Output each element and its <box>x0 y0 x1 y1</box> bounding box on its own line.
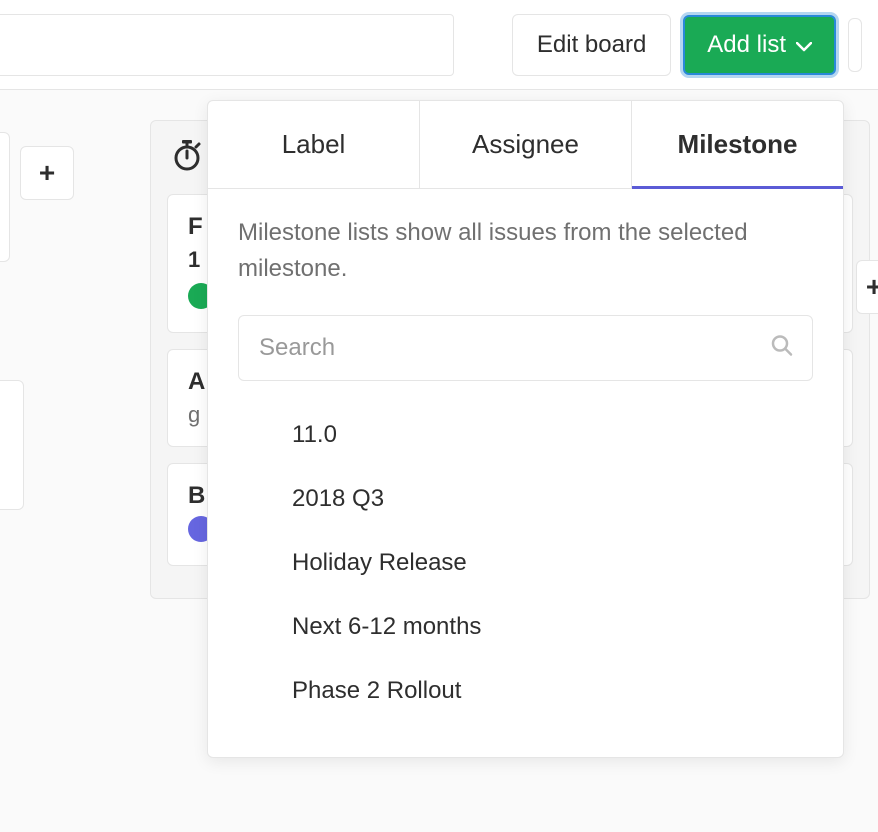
list-column-partial-2 <box>0 380 24 510</box>
milestone-item[interactable]: 2018 Q3 <box>238 467 813 531</box>
tab-label[interactable]: Label <box>208 101 420 188</box>
milestone-list: 11.0 2018 Q3 Holiday Release Next 6-12 m… <box>238 403 813 723</box>
help-text: Milestone lists show all issues from the… <box>238 215 813 287</box>
edit-board-button[interactable]: Edit board <box>512 14 671 76</box>
milestone-item[interactable]: Next 6-12 months <box>238 595 813 659</box>
add-list-button[interactable]: Add list <box>683 15 836 75</box>
add-card-button[interactable]: + <box>20 146 74 200</box>
milestone-item[interactable]: Phase 2 Rollout <box>238 659 813 723</box>
overflow-button[interactable] <box>848 18 862 72</box>
add-card-button-right[interactable]: + <box>856 260 878 314</box>
add-list-dropdown: Label Assignee Milestone Milestone lists… <box>207 100 844 758</box>
add-list-label: Add list <box>707 31 786 59</box>
search-input[interactable] <box>238 315 813 381</box>
dropdown-body: Milestone lists show all issues from the… <box>208 189 843 757</box>
tab-milestone[interactable]: Milestone <box>632 101 843 188</box>
tab-bar: Label Assignee Milestone <box>208 101 843 189</box>
search-icon <box>771 335 793 362</box>
tab-assignee[interactable]: Assignee <box>420 101 632 188</box>
search-wrap <box>238 315 813 381</box>
list-column-partial <box>0 132 10 262</box>
filter-input[interactable] <box>0 14 454 76</box>
stopwatch-icon <box>171 139 203 176</box>
chevron-down-icon <box>796 31 812 59</box>
top-toolbar: Edit board Add list <box>0 0 878 90</box>
milestone-item[interactable]: 11.0 <box>238 403 813 467</box>
milestone-item[interactable]: Holiday Release <box>238 531 813 595</box>
